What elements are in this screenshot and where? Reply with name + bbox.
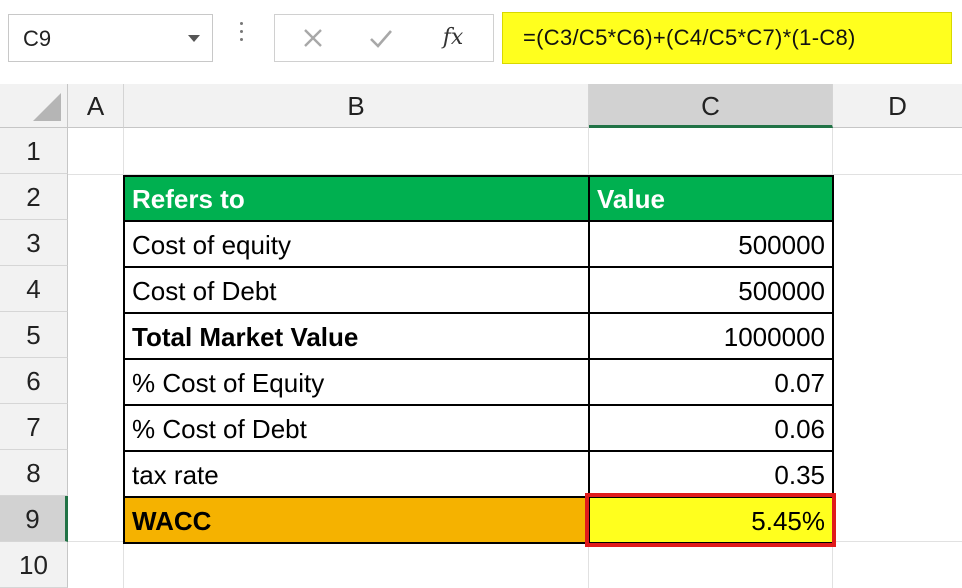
table-border <box>123 450 834 452</box>
table-border <box>123 175 834 177</box>
chevron-down-icon[interactable] <box>188 35 200 42</box>
cell-c4[interactable]: 500000 <box>589 268 833 312</box>
column-header-b[interactable]: B <box>124 84 589 128</box>
cell-c6[interactable]: 0.07 <box>589 360 833 404</box>
row-header-1[interactable]: 1 <box>0 128 68 174</box>
column-header-a[interactable]: A <box>68 84 124 128</box>
cell-b6[interactable]: % Cost of Equity <box>124 360 589 404</box>
cell-b5[interactable]: Total Market Value <box>124 314 589 358</box>
row-header-8[interactable]: 8 <box>0 450 68 496</box>
cell-c2[interactable]: Value <box>589 176 833 220</box>
table-border <box>123 358 834 360</box>
table-border <box>123 312 834 314</box>
cell-c3[interactable]: 500000 <box>589 222 833 266</box>
row-header-2[interactable]: 2 <box>0 174 68 220</box>
cell-c7[interactable]: 0.06 <box>589 406 833 450</box>
table-border <box>832 175 834 544</box>
cell-b2[interactable]: Refers to <box>124 176 589 220</box>
column-header-d[interactable]: D <box>833 84 962 128</box>
table-border <box>123 266 834 268</box>
table-border <box>123 404 834 406</box>
row-header-5[interactable]: 5 <box>0 312 68 358</box>
cell-b4[interactable]: Cost of Debt <box>124 268 589 312</box>
row-header-10[interactable]: 10 <box>0 542 68 588</box>
cell-c8[interactable]: 0.35 <box>589 452 833 496</box>
row-header-3[interactable]: 3 <box>0 220 68 266</box>
row-header-7[interactable]: 7 <box>0 404 68 450</box>
name-box-value: C9 <box>23 26 52 51</box>
formula-buttons: fx <box>274 14 494 62</box>
row-header-4[interactable]: 4 <box>0 266 68 312</box>
cell-b8[interactable]: tax rate <box>124 452 589 496</box>
table-border <box>123 175 125 544</box>
cancel-icon[interactable] <box>293 21 333 55</box>
table-border <box>588 175 590 544</box>
row-header-6[interactable]: 6 <box>0 358 68 404</box>
row-header-9[interactable]: 9 <box>0 496 68 542</box>
more-options-icon[interactable] <box>240 22 244 52</box>
table-border <box>123 220 834 222</box>
name-box[interactable]: C9 <box>8 14 213 62</box>
formula-text: =(C3/C5*C6)+(C4/C5*C7)*(1-C8) <box>523 25 856 50</box>
cell-b3[interactable]: Cost of equity <box>124 222 589 266</box>
insert-function-button[interactable]: fx <box>433 21 473 55</box>
formula-input[interactable]: =(C3/C5*C6)+(C4/C5*C7)*(1-C8) <box>502 12 952 64</box>
column-header-c[interactable]: C <box>589 84 833 128</box>
enter-check-icon[interactable] <box>361 21 401 55</box>
select-all-button[interactable] <box>0 84 68 128</box>
cell-c5[interactable]: 1000000 <box>589 314 833 358</box>
formula-bar-area: C9 fx =(C3/C5*C6)+(C4/C5*C7)*(1-C8) <box>0 0 962 80</box>
result-highlight-box <box>585 493 836 547</box>
cell-b9[interactable]: WACC <box>124 498 589 542</box>
cell-b7[interactable]: % Cost of Debt <box>124 406 589 450</box>
